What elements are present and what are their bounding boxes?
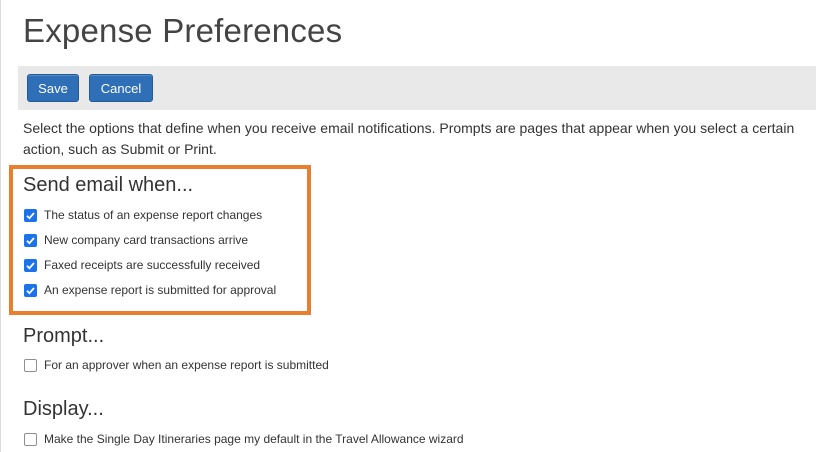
option-approver-prompt[interactable]: For an approver when an expense report i… (24, 358, 329, 372)
checkbox-checked-icon[interactable] (24, 233, 37, 247)
option-card-transactions[interactable]: New company card transactions arrive (24, 233, 248, 247)
prompt-heading: Prompt... (23, 325, 105, 347)
option-faxed-receipts[interactable]: Faxed receipts are successfully received (24, 258, 260, 272)
checkbox-unchecked-icon[interactable] (24, 358, 37, 372)
send-email-heading: Send email when... (23, 174, 194, 196)
checkbox-checked-icon[interactable] (24, 208, 37, 222)
expense-preferences-page: Expense Preferences Save Cancel Select t… (0, 0, 816, 452)
option-single-day-itineraries[interactable]: Make the Single Day Itineraries page my … (24, 432, 464, 446)
option-label: Faxed receipts are successfully received (44, 258, 261, 272)
option-report-submitted[interactable]: An expense report is submitted for appro… (24, 283, 276, 297)
option-label: Make the Single Day Itineraries page my … (44, 432, 464, 446)
checkbox-unchecked-icon[interactable] (24, 432, 37, 446)
action-toolbar: Save Cancel (18, 66, 816, 110)
save-button[interactable]: Save (27, 74, 79, 102)
checkbox-checked-icon[interactable] (24, 258, 37, 272)
option-label: New company card transactions arrive (44, 233, 249, 247)
option-label: An expense report is submitted for appro… (44, 283, 277, 297)
intro-text: Select the options that define when you … (23, 120, 795, 157)
checkbox-checked-icon[interactable] (24, 283, 37, 297)
option-label: For an approver when an expense report i… (44, 358, 329, 372)
cancel-button[interactable]: Cancel (89, 74, 153, 102)
option-label: The status of an expense report changes (44, 208, 263, 222)
display-heading: Display... (23, 398, 104, 420)
page-title: Expense Preferences (23, 12, 343, 49)
option-status-changes[interactable]: The status of an expense report changes (24, 208, 262, 222)
